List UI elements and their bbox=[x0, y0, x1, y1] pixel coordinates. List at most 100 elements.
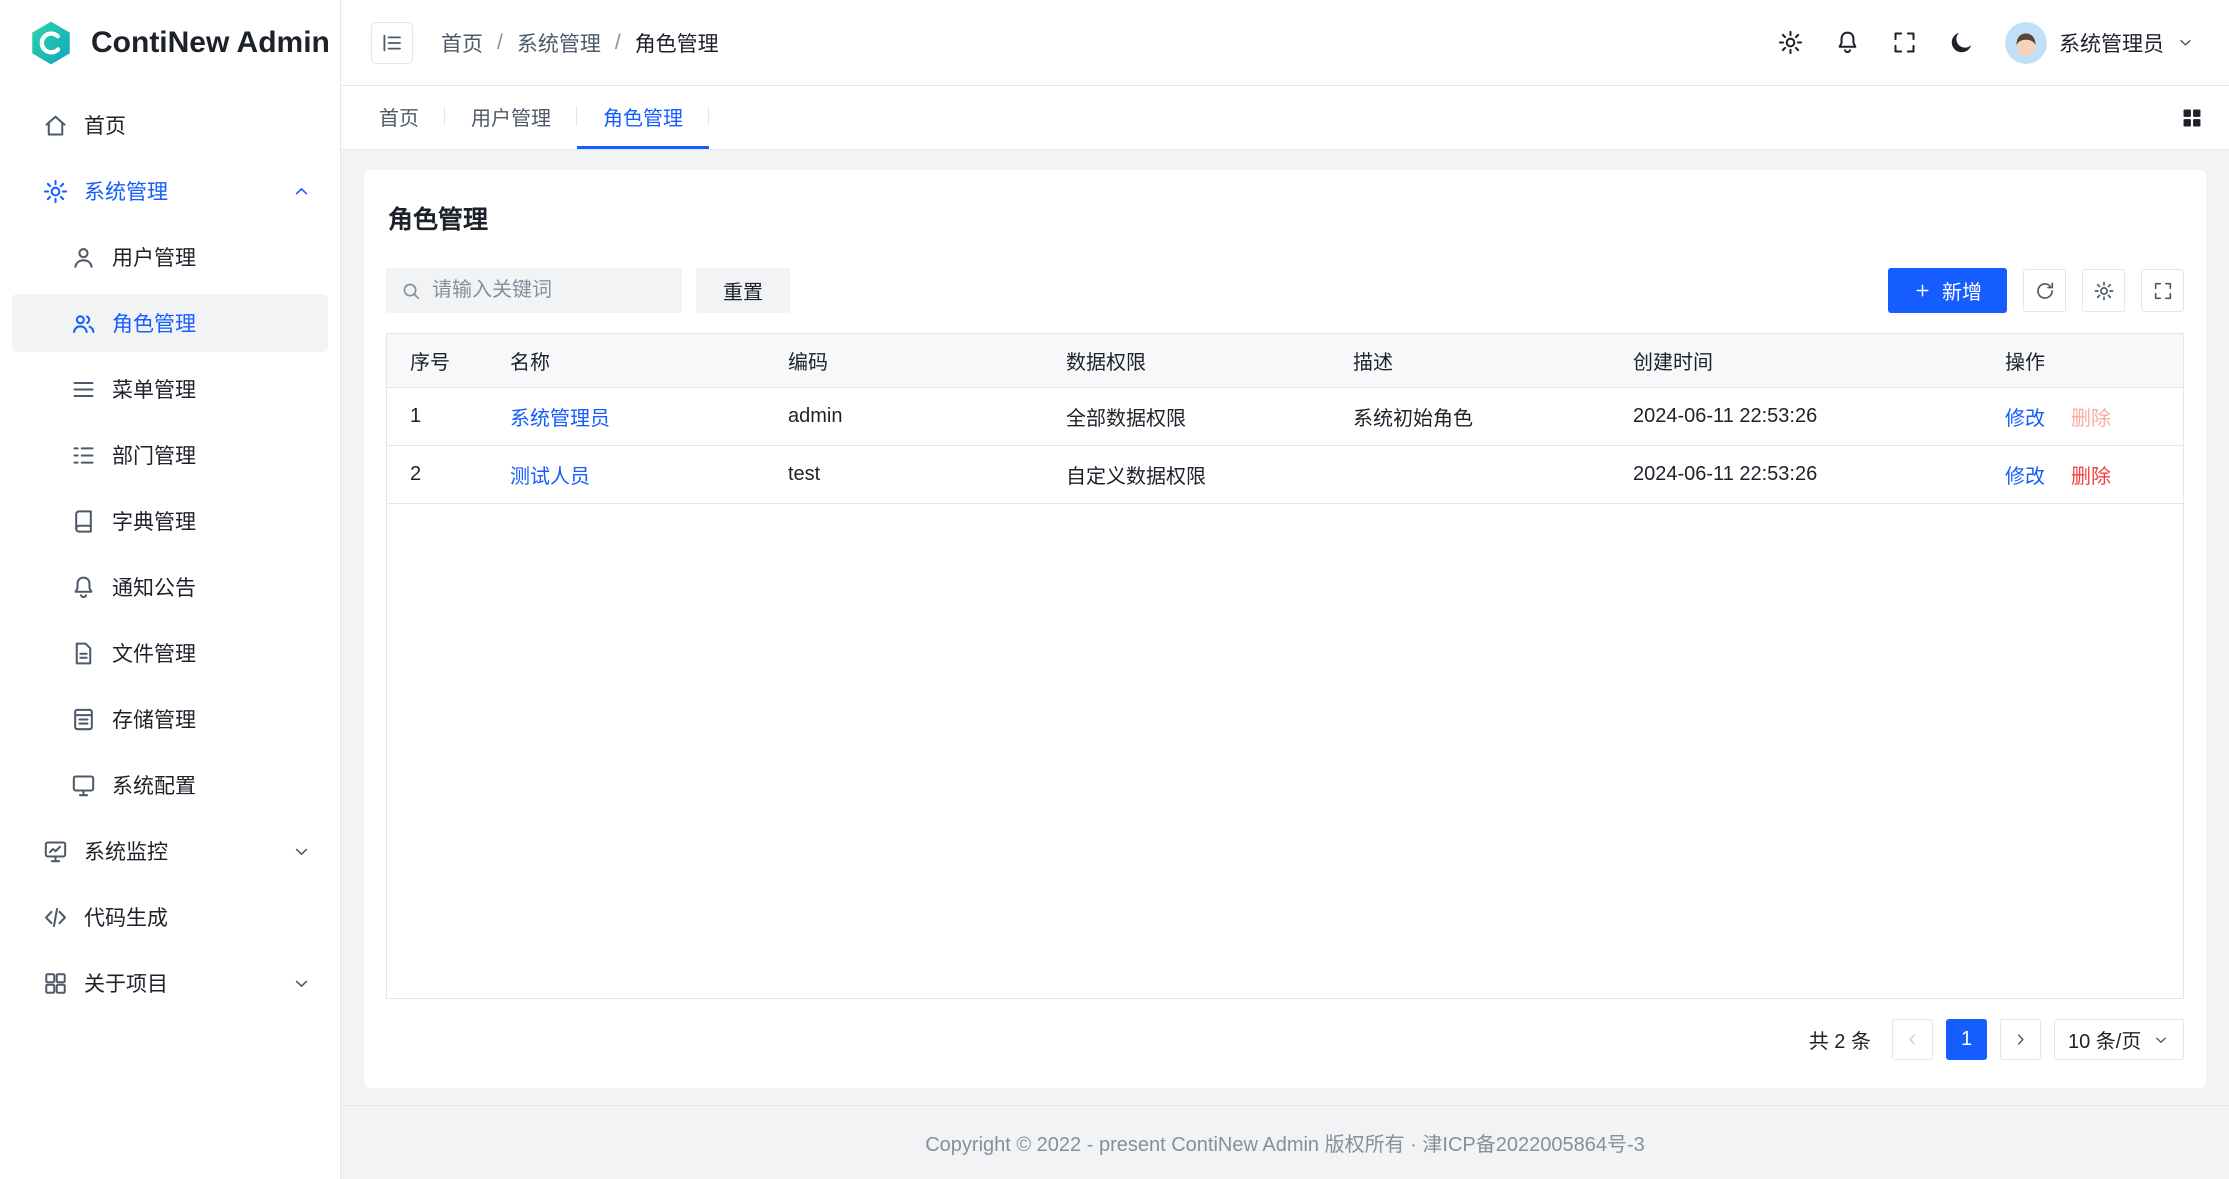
column-header: 创建时间 bbox=[1610, 334, 1982, 387]
sidebar-item-user-management[interactable]: 用户管理 bbox=[12, 228, 328, 286]
tab-home[interactable]: 首页 bbox=[353, 86, 445, 149]
tab-label: 首页 bbox=[379, 102, 419, 131]
bell-icon bbox=[70, 574, 97, 601]
cell-code: test bbox=[765, 445, 1043, 503]
edit-action[interactable]: 修改 bbox=[2005, 408, 2045, 430]
refresh-icon bbox=[2034, 280, 2056, 302]
sidebar-item-dict-management[interactable]: 字典管理 bbox=[12, 492, 328, 550]
cell-description bbox=[1330, 445, 1610, 503]
sidebar-item-label: 角色管理 bbox=[112, 308, 312, 338]
sidebar-item-system-management[interactable]: 系统管理 bbox=[12, 162, 328, 220]
app-logo[interactable]: ContiNew Admin bbox=[0, 0, 340, 86]
table-header-row: 序号名称编码数据权限描述创建时间操作 bbox=[387, 334, 2183, 387]
sidebar-item-code-generation[interactable]: 代码生成 bbox=[12, 888, 328, 946]
column-header: 操作 bbox=[1982, 334, 2183, 387]
tabbar: 首页 用户管理角色管理 bbox=[341, 86, 2229, 150]
cell-index: 2 bbox=[387, 445, 487, 503]
cell-data-scope: 全部数据权限 bbox=[1043, 387, 1330, 445]
notification-bell-icon[interactable] bbox=[1834, 29, 1861, 56]
sidebar-item-system-monitor[interactable]: 系统监控 bbox=[12, 822, 328, 880]
column-settings-button[interactable] bbox=[2082, 269, 2125, 312]
avatar bbox=[2005, 22, 2047, 64]
sidebar-item-file-management[interactable]: 文件管理 bbox=[12, 624, 328, 682]
tree-icon bbox=[70, 442, 97, 469]
book-icon bbox=[70, 508, 97, 535]
sidebar-item-label: 代码生成 bbox=[84, 902, 312, 932]
cell-index: 1 bbox=[387, 387, 487, 445]
cell-description: 系统初始角色 bbox=[1330, 387, 1610, 445]
reset-button[interactable]: 重置 bbox=[696, 268, 790, 313]
delete-action[interactable]: 删除 bbox=[2071, 466, 2111, 488]
roles-table: 序号名称编码数据权限描述创建时间操作 1 系统管理员 admin全部数据权限系统初始… bbox=[386, 333, 2184, 999]
pagination-page-1[interactable]: 1 bbox=[1946, 1019, 1987, 1060]
gear-icon bbox=[2093, 280, 2115, 302]
tabbar-actions bbox=[2179, 86, 2205, 149]
copyright-text: Copyright © 2022 - present ContiNew Admi… bbox=[925, 1128, 1645, 1157]
chevron-left-icon bbox=[1903, 1030, 1922, 1049]
footer: Copyright © 2022 - present ContiNew Admi… bbox=[341, 1105, 2229, 1179]
delete-action[interactable]: 删除 bbox=[2071, 408, 2111, 430]
page-size-select[interactable]: 10 条/页 bbox=[2054, 1019, 2184, 1060]
apps-grid-icon[interactable] bbox=[2179, 105, 2205, 131]
sidebar-item-label: 通知公告 bbox=[112, 572, 312, 602]
cell-code: admin bbox=[765, 387, 1043, 445]
table-row: 2测试人员test自定义数据权限2024-06-11 22:53:26修改删除 bbox=[387, 445, 2183, 503]
tab-user-management[interactable]: 用户管理 bbox=[445, 86, 577, 149]
file-icon bbox=[70, 640, 97, 667]
column-header: 编码 bbox=[765, 334, 1043, 387]
sidebar-item-label: 字典管理 bbox=[112, 506, 312, 536]
user-menu[interactable]: 系统管理员 bbox=[2005, 22, 2195, 64]
role-name-link[interactable]: 系统管理员 bbox=[510, 408, 610, 430]
breadcrumb-item-system[interactable]: 系统管理 bbox=[517, 28, 601, 58]
user-name: 系统管理员 bbox=[2059, 28, 2164, 58]
search-icon bbox=[400, 280, 422, 302]
pagination-prev-button[interactable] bbox=[1892, 1019, 1933, 1060]
team-icon bbox=[70, 310, 97, 337]
sidebar-item-home[interactable]: 首页 bbox=[12, 96, 328, 154]
tab-label: 用户管理 bbox=[471, 102, 551, 131]
table-fullscreen-button[interactable] bbox=[2141, 269, 2184, 312]
sidebar-item-label: 部门管理 bbox=[112, 440, 312, 470]
sidebar-item-dept-management[interactable]: 部门管理 bbox=[12, 426, 328, 484]
chevron-right-icon bbox=[2011, 1030, 2030, 1049]
fullscreen-icon bbox=[2152, 280, 2174, 302]
add-button[interactable]: 新增 bbox=[1888, 268, 2007, 313]
pagination-next-button[interactable] bbox=[2000, 1019, 2041, 1060]
settings-icon[interactable] bbox=[1777, 29, 1804, 56]
column-header: 数据权限 bbox=[1043, 334, 1330, 387]
breadcrumb-item-home[interactable]: 首页 bbox=[441, 28, 483, 58]
main-column: 首页 / 系统管理 / 角色管理 bbox=[341, 0, 2229, 1179]
list-icon bbox=[70, 376, 97, 403]
app-title: ContiNew Admin bbox=[91, 26, 330, 60]
role-name-link[interactable]: 测试人员 bbox=[510, 466, 590, 488]
sidebar-item-system-config[interactable]: 系统配置 bbox=[12, 756, 328, 814]
dark-mode-moon-icon[interactable] bbox=[1948, 29, 1975, 56]
cell-operations: 修改 删除 bbox=[1982, 445, 2183, 503]
sidebar-item-label: 菜单管理 bbox=[112, 374, 312, 404]
edit-action[interactable]: 修改 bbox=[2005, 466, 2045, 488]
chevron-down-icon bbox=[291, 841, 312, 862]
role-management-card: 角色管理 重置 新增 bbox=[364, 170, 2206, 1088]
refresh-button[interactable] bbox=[2023, 269, 2066, 312]
tab-role-management[interactable]: 角色管理 bbox=[577, 86, 709, 149]
sidebar-item-label: 存储管理 bbox=[112, 704, 312, 734]
breadcrumb-separator: / bbox=[615, 31, 621, 55]
sidebar-item-role-management[interactable]: 角色管理 bbox=[12, 294, 328, 352]
collapse-sidebar-button[interactable] bbox=[371, 22, 413, 64]
search-input[interactable] bbox=[432, 279, 676, 302]
fullscreen-icon[interactable] bbox=[1891, 29, 1918, 56]
plus-icon bbox=[1913, 281, 1932, 300]
pagination-total: 共 2 条 bbox=[1809, 1025, 1871, 1054]
sidebar-item-label: 文件管理 bbox=[112, 638, 312, 668]
sidebar-item-notice[interactable]: 通知公告 bbox=[12, 558, 328, 616]
cell-name: 测试人员 bbox=[487, 445, 765, 503]
cell-name: 系统管理员 bbox=[487, 387, 765, 445]
sidebar-item-storage-management[interactable]: 存储管理 bbox=[12, 690, 328, 748]
sidebar-item-about[interactable]: 关于项目 bbox=[12, 954, 328, 1012]
code-icon bbox=[42, 904, 69, 931]
chevron-down-icon bbox=[2176, 33, 2195, 52]
sidebar-item-menu-management[interactable]: 菜单管理 bbox=[12, 360, 328, 418]
toolbar-actions: 新增 bbox=[1888, 268, 2184, 313]
add-button-label: 新增 bbox=[1942, 276, 1982, 305]
sidebar-menu: 首页系统管理用户管理角色管理菜单管理部门管理字典管理通知公告文件管理存储管理系统… bbox=[0, 86, 340, 1179]
